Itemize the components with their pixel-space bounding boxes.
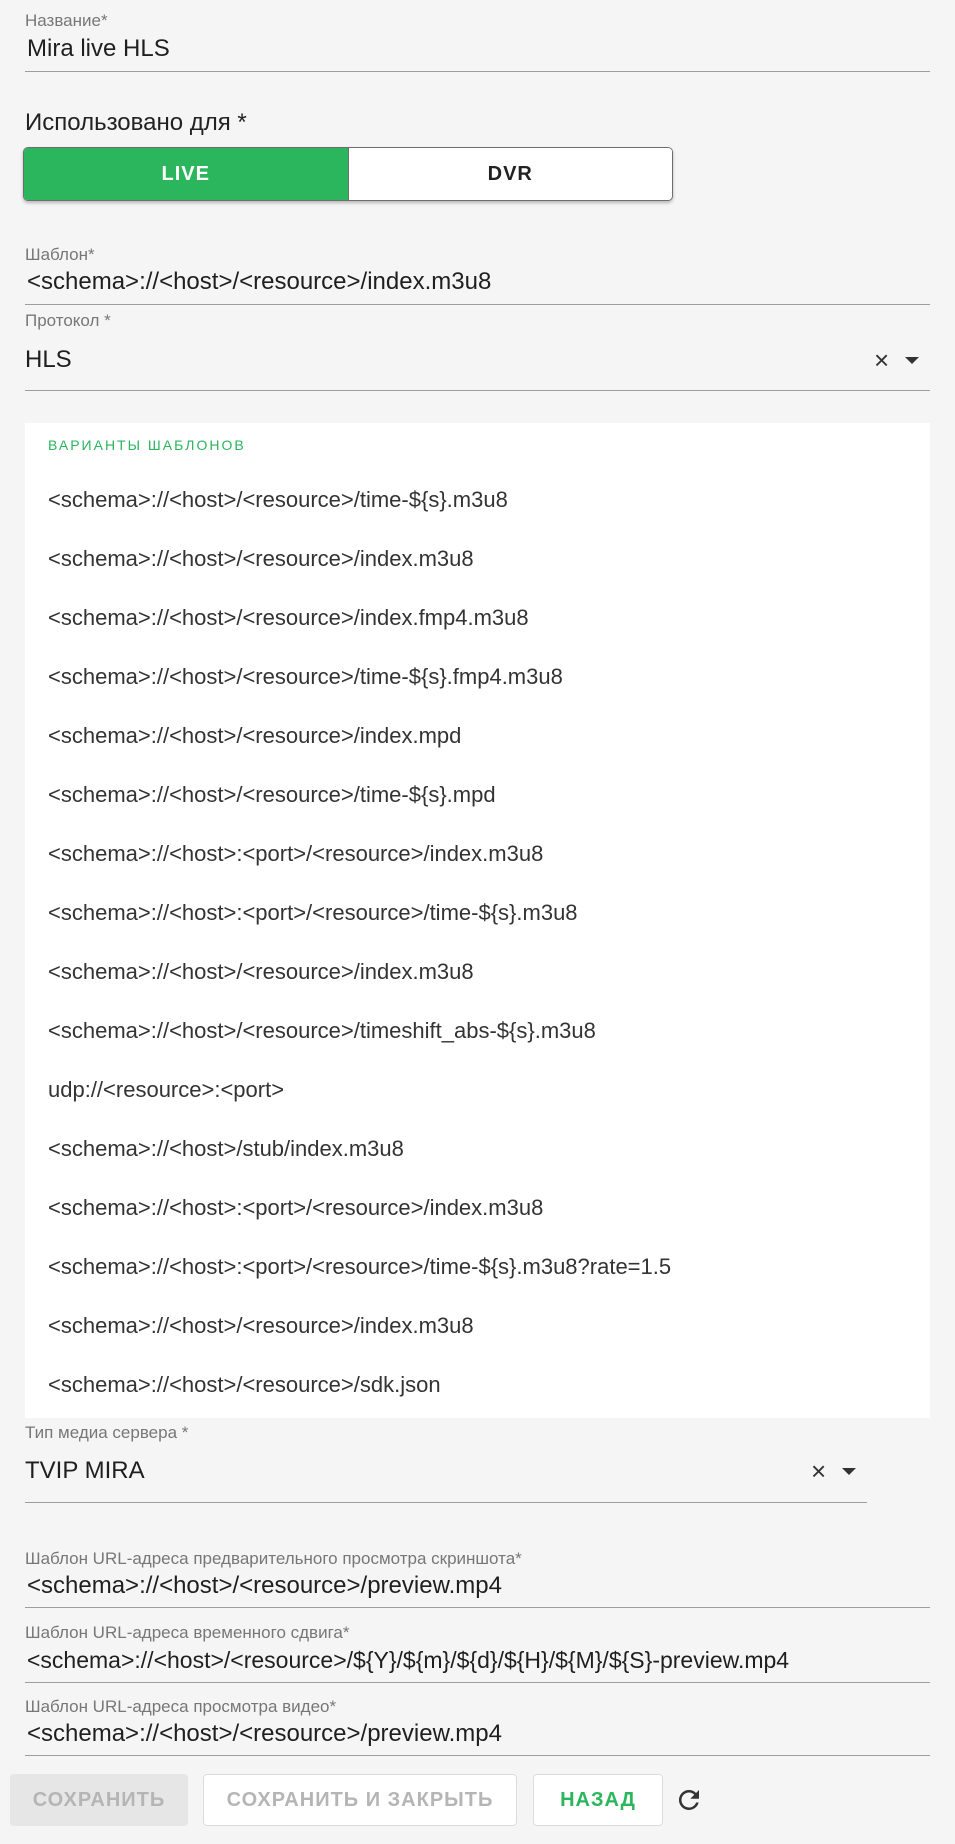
template-option[interactable]: udp://<resource>:<port> <box>48 1077 284 1103</box>
close-icon[interactable]: × <box>874 347 889 373</box>
used-for-toggle: LIVE DVR <box>23 147 673 201</box>
template-option[interactable]: <schema>://<host>/<resource>/time-${s}.m… <box>48 487 508 513</box>
template-variants-dropdown: ВАРИАНТЫ ШАБЛОНОВ <schema>://<host>/<res… <box>25 423 930 1418</box>
template-option[interactable]: <schema>://<host>/<resource>/index.m3u8 <box>48 1313 474 1339</box>
template-option[interactable]: <schema>://<host>/<resource>/sdk.json <box>48 1372 441 1398</box>
video-preview-field-input[interactable]: <schema>://<host>/<resource>/preview.mp4 <box>27 1719 502 1749</box>
used-for-title: Использовано для * <box>25 109 247 136</box>
media-server-select-actions: × <box>811 1458 857 1484</box>
timeshift-field-label: Шаблон URL-адреса временного сдвига* <box>25 1623 350 1642</box>
save-and-close-button[interactable]: СОХРАНИТЬ И ЗАКРЫТЬ <box>203 1774 517 1826</box>
template-variants-header: ВАРИАНТЫ ШАБЛОНОВ <box>48 437 246 453</box>
template-option[interactable]: <schema>://<host>/<resource>/time-${s}.m… <box>48 782 496 808</box>
template-option[interactable]: <schema>://<host>/<resource>/index.fmp4.… <box>48 605 529 631</box>
save-button[interactable]: СОХРАНИТЬ <box>10 1774 188 1826</box>
page: Название* Mira live HLS Использовано для… <box>0 0 955 1844</box>
template-field-input[interactable]: <schema>://<host>/<resource>/index.m3u8 <box>27 267 491 297</box>
toggle-dvr-button[interactable]: DVR <box>348 148 672 200</box>
media-server-field-underline <box>25 1502 867 1503</box>
preview-screenshot-field-underline <box>25 1607 930 1608</box>
timeshift-field-input[interactable]: <schema>://<host>/<resource>/${Y}/${m}/$… <box>27 1645 789 1675</box>
template-option[interactable]: <schema>://<host>/<resource>/time-${s}.f… <box>48 664 563 690</box>
template-option[interactable]: <schema>://<host>:<port>/<resource>/time… <box>48 900 578 926</box>
protocol-select-actions: × <box>874 347 920 373</box>
video-preview-field-underline <box>25 1755 930 1756</box>
chevron-down-icon[interactable] <box>905 356 920 364</box>
video-preview-field-label: Шаблон URL-адреса просмотра видео* <box>25 1697 337 1716</box>
media-server-field-label: Тип медиа сервера * <box>25 1423 189 1442</box>
template-field-underline <box>25 304 930 305</box>
name-field-input[interactable]: Mira live HLS <box>27 34 170 64</box>
template-field-label: Шаблон* <box>25 245 95 264</box>
chevron-down-icon[interactable] <box>842 1467 857 1475</box>
refresh-icon[interactable] <box>674 1785 704 1815</box>
template-option[interactable]: <schema>://<host>/<resource>/timeshift_a… <box>48 1018 596 1044</box>
template-option[interactable]: <schema>://<host>/<resource>/index.m3u8 <box>48 546 474 572</box>
timeshift-field-underline <box>25 1682 930 1683</box>
preview-screenshot-field-input[interactable]: <schema>://<host>/<resource>/preview.mp4 <box>27 1571 502 1601</box>
back-button[interactable]: НАЗАД <box>533 1774 663 1826</box>
template-option[interactable]: <schema>://<host>:<port>/<resource>/inde… <box>48 841 543 867</box>
template-option[interactable]: <schema>://<host>:<port>/<resource>/time… <box>48 1254 671 1280</box>
close-icon[interactable]: × <box>811 1458 826 1484</box>
media-server-select-value[interactable]: TVIP MIRA <box>25 1456 145 1486</box>
name-field-label: Название* <box>25 11 108 30</box>
protocol-field-label: Протокол * <box>25 311 111 330</box>
protocol-select-value[interactable]: HLS <box>25 345 72 375</box>
template-option[interactable]: <schema>://<host>/<resource>/index.mpd <box>48 723 461 749</box>
template-option[interactable]: <schema>://<host>:<port>/<resource>/inde… <box>48 1195 543 1221</box>
template-option[interactable]: <schema>://<host>/<resource>/index.m3u8 <box>48 959 474 985</box>
name-field-underline <box>25 71 930 72</box>
protocol-field-underline <box>25 390 930 391</box>
preview-screenshot-field-label: Шаблон URL-адреса предварительного просм… <box>25 1549 522 1568</box>
template-option[interactable]: <schema>://<host>/stub/index.m3u8 <box>48 1136 404 1162</box>
toggle-live-button[interactable]: LIVE <box>24 148 349 200</box>
